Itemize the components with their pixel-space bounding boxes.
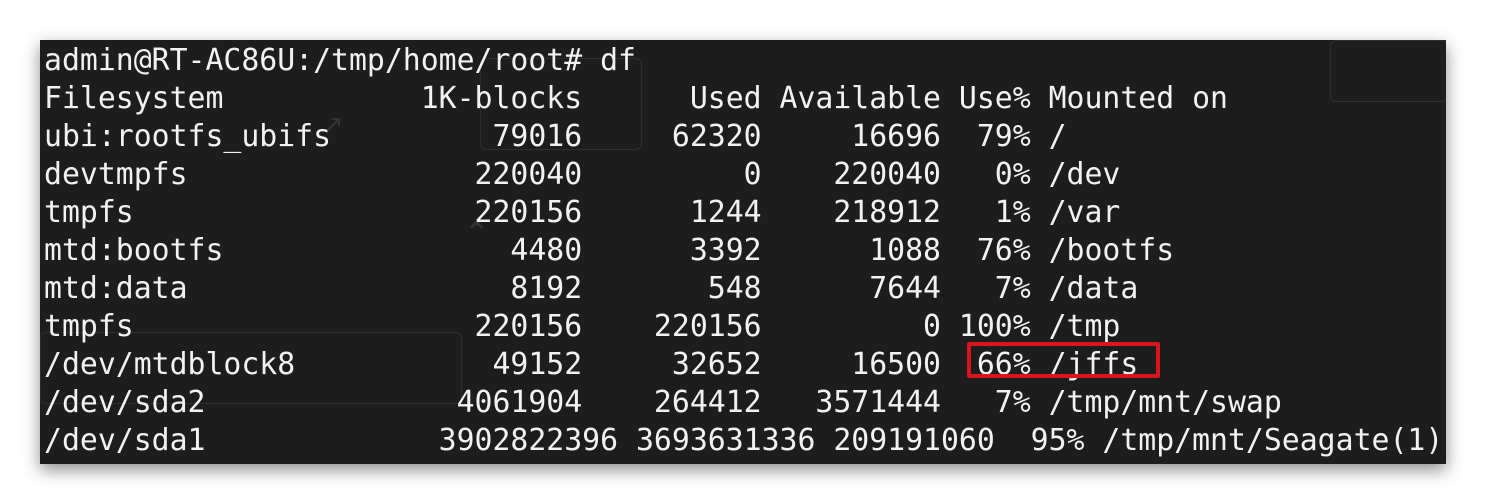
command-prompt-line: admin@RT-AC86U:/tmp/home/root# df [44,43,636,78]
df-row: /dev/sda1 3902822396 3693631336 20919106… [44,423,1444,458]
df-row: tmpfs 220156 1244 218912 1% /var [44,195,1121,230]
df-row: tmpfs 220156 220156 0 100% /tmp [44,309,1121,344]
df-row: ubi:rootfs_ubifs 79016 62320 16696 79% / [44,119,1067,154]
df-row: /dev/mtdblock8 49152 32652 16500 66% /jf… [44,347,1139,382]
df-row: mtd:bootfs 4480 3392 1088 76% /bootfs [44,233,1175,268]
df-header: Filesystem 1K-blocks Used Available Use%… [44,81,1228,116]
terminal-window[interactable]: ⌃ ↗ admin@RT-AC86U:/tmp/home/root# df Fi… [40,40,1446,464]
df-row: /dev/sda2 4061904 264412 3571444 7% /tmp… [44,385,1282,420]
terminal-output[interactable]: admin@RT-AC86U:/tmp/home/root# df Filesy… [44,42,1443,460]
df-row: devtmpfs 220040 0 220040 0% /dev [44,157,1121,192]
df-row: mtd:data 8192 548 7644 7% /data [44,271,1139,306]
